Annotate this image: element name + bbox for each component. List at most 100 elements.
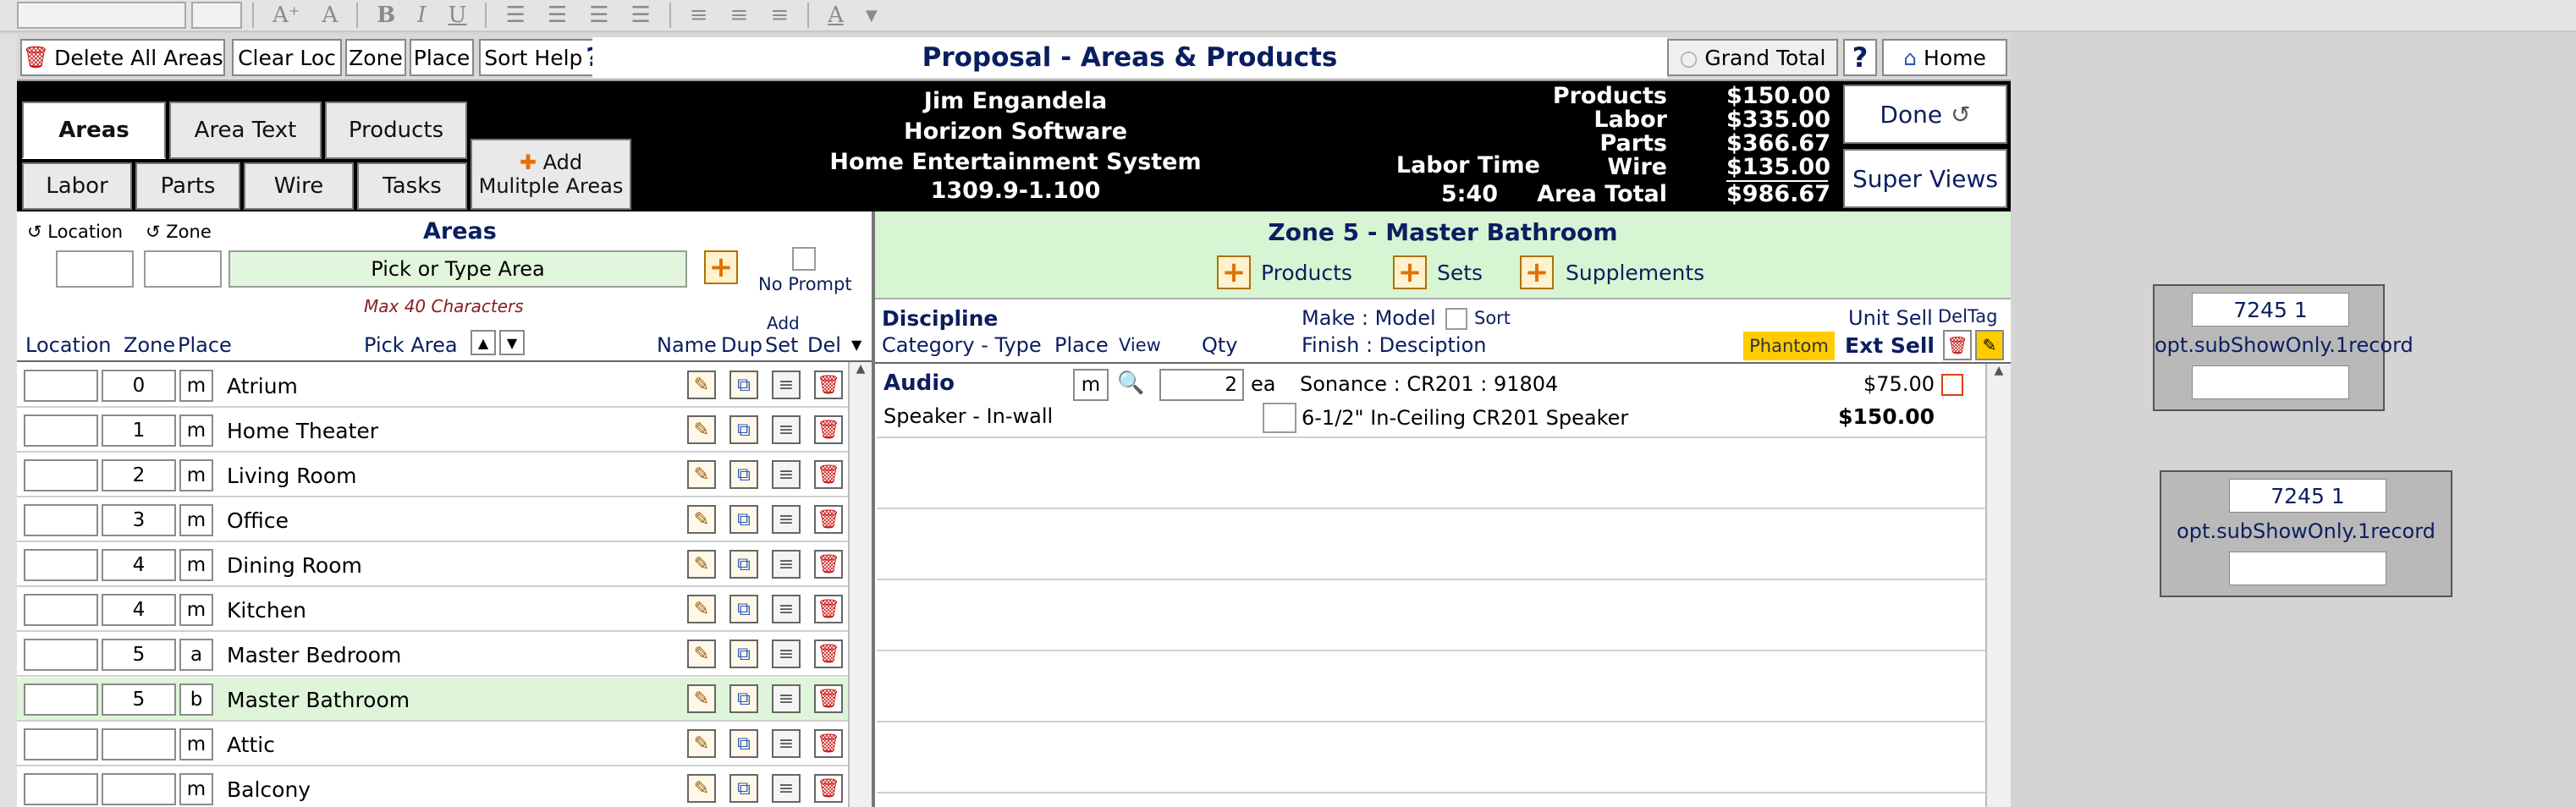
rename-icon[interactable]: ✎ (687, 774, 716, 803)
add-sets-plus-icon[interactable]: + (1393, 255, 1427, 289)
font-size-select[interactable] (191, 2, 242, 29)
justify-icon[interactable]: ☰ (622, 3, 658, 28)
add-set-icon[interactable]: ≡ (772, 460, 801, 489)
location-field[interactable] (24, 639, 98, 671)
rename-icon[interactable]: ✎ (687, 640, 716, 668)
tab-areas[interactable]: Areas (22, 102, 166, 159)
area-name[interactable]: Dining Room (227, 553, 362, 578)
add-set-icon[interactable]: ≡ (772, 729, 801, 758)
location-field[interactable] (24, 414, 98, 447)
add-set-icon[interactable]: ≡ (772, 640, 801, 668)
area-row[interactable]: 3 m Office ✎ ⧉ ≡ 🗑 (17, 498, 870, 542)
rename-icon[interactable]: ✎ (687, 460, 716, 489)
tag-checkbox[interactable] (1941, 374, 1963, 396)
tab-tasks[interactable]: Tasks (357, 162, 467, 210)
tab-products[interactable]: Products (325, 102, 467, 159)
location-field[interactable] (24, 459, 98, 491)
location-sort-button[interactable]: ↺ Location (27, 222, 123, 242)
zone-field[interactable]: 5 (102, 639, 176, 671)
add-supplements-link[interactable]: Supplements (1566, 261, 1704, 285)
duplicate-icon[interactable]: ⧉ (729, 640, 758, 668)
place-field[interactable]: m (179, 773, 213, 805)
align-left-icon[interactable]: ☰ (497, 3, 533, 28)
duplicate-icon[interactable]: ⧉ (729, 460, 758, 489)
duplicate-icon[interactable]: ⧉ (729, 774, 758, 803)
area-row[interactable]: 1 m Home Theater ✎ ⧉ ≡ 🗑 (17, 409, 870, 453)
align-right-icon[interactable]: ☰ (581, 3, 617, 28)
zone-button[interactable]: Zone (345, 39, 406, 76)
sort-down-icon[interactable]: ▼ (499, 330, 525, 355)
rename-icon[interactable]: ✎ (687, 415, 716, 444)
place-field[interactable]: m (179, 594, 213, 626)
delete-trash-icon[interactable]: 🗑 (814, 774, 843, 803)
area-name[interactable]: Home Theater (227, 419, 378, 443)
location-field[interactable] (24, 728, 98, 760)
chevron-down-icon[interactable]: ▼ (857, 7, 886, 25)
area-row[interactable]: m Attic ✎ ⧉ ≡ 🗑 (17, 722, 870, 766)
place-field[interactable]: m (179, 414, 213, 447)
area-row[interactable]: 5 b Master Bathroom ✎ ⧉ ≡ 🗑 (17, 678, 870, 722)
sort-checkbox[interactable] (1445, 308, 1467, 330)
add-sets-link[interactable]: Sets (1437, 261, 1483, 285)
zone-field[interactable]: 4 (102, 549, 176, 581)
make-model[interactable]: Sonance : CR201 : 91804 (1300, 372, 1558, 396)
underline-icon[interactable]: U (440, 3, 476, 28)
delete-trash-icon[interactable]: 🗑 (814, 550, 843, 579)
delete-trash-icon[interactable]: 🗑 (814, 684, 843, 713)
qty-field[interactable]: 2 (1159, 369, 1244, 401)
duplicate-icon[interactable]: ⧉ (729, 729, 758, 758)
zone-field[interactable]: 3 (102, 504, 176, 536)
rename-icon[interactable]: ✎ (687, 729, 716, 758)
place-field[interactable]: m (179, 459, 213, 491)
duplicate-icon[interactable]: ⧉ (729, 371, 758, 399)
area-name[interactable]: Attic (227, 733, 275, 757)
sort-up-icon[interactable]: ▲ (471, 330, 496, 355)
font-color-icon[interactable]: A (819, 3, 852, 28)
align-center-icon[interactable]: ☰ (539, 3, 575, 28)
numbered-list-icon[interactable]: ≡ (722, 3, 757, 28)
area-name[interactable]: Kitchen (227, 598, 306, 623)
duplicate-icon[interactable]: ⧉ (729, 415, 758, 444)
rename-icon[interactable]: ✎ (687, 371, 716, 399)
duplicate-icon[interactable]: ⧉ (729, 505, 758, 534)
place-field[interactable]: b (179, 683, 213, 716)
font-size-down-icon[interactable]: A (314, 3, 347, 28)
add-products-plus-icon[interactable]: + (1217, 255, 1251, 289)
location-field[interactable] (24, 773, 98, 805)
grand-total-button[interactable]: ○ Grand Total (1667, 39, 1838, 76)
pencil-icon[interactable]: ✎ (1975, 330, 2004, 360)
finish-checkbox[interactable] (1263, 403, 1296, 433)
area-name[interactable]: Balcony (227, 777, 311, 802)
rename-icon[interactable]: ✎ (687, 684, 716, 713)
done-button[interactable]: Done ↺ (1843, 85, 2007, 144)
zone-field[interactable] (102, 773, 176, 805)
place-field[interactable]: m (179, 370, 213, 402)
zone-field[interactable]: 4 (102, 594, 176, 626)
add-set-icon[interactable]: ≡ (772, 774, 801, 803)
add-set-icon[interactable]: ≡ (772, 684, 801, 713)
zone-field[interactable]: 1 (102, 414, 176, 447)
area-row[interactable]: 0 m Atrium ✎ ⧉ ≡ 🗑 (17, 364, 870, 408)
rename-icon[interactable]: ✎ (687, 550, 716, 579)
add-set-icon[interactable]: ≡ (772, 371, 801, 399)
pick-area-input[interactable]: Pick or Type Area (228, 250, 687, 288)
add-set-icon[interactable]: ≡ (772, 415, 801, 444)
super-views-button[interactable]: Super Views (1843, 149, 2007, 208)
rename-icon[interactable]: ✎ (687, 595, 716, 623)
area-row[interactable]: m Balcony ✎ ⧉ ≡ 🗑 (17, 767, 870, 807)
clear-loc-button[interactable]: Clear Loc (232, 39, 342, 76)
tab-area-text[interactable]: Area Text (169, 102, 322, 159)
area-name[interactable]: Master Bedroom (227, 643, 401, 667)
font-size-up-icon[interactable]: A⁺ (264, 3, 309, 28)
location-field[interactable] (24, 549, 98, 581)
area-row[interactable]: 2 m Living Room ✎ ⧉ ≡ 🗑 (17, 453, 870, 497)
delete-trash-icon[interactable]: 🗑 (814, 415, 843, 444)
record-value-field[interactable] (2229, 552, 2386, 585)
place-field[interactable]: m (179, 549, 213, 581)
products-scrollbar[interactable]: ▲ (1985, 364, 2011, 807)
place-field[interactable]: m (179, 504, 213, 536)
scroll-up-icon[interactable]: ▲ (1987, 364, 2011, 377)
duplicate-icon[interactable]: ⧉ (729, 550, 758, 579)
location-field[interactable] (24, 504, 98, 536)
sort-help-button[interactable]: Sort Help ? (479, 39, 606, 76)
